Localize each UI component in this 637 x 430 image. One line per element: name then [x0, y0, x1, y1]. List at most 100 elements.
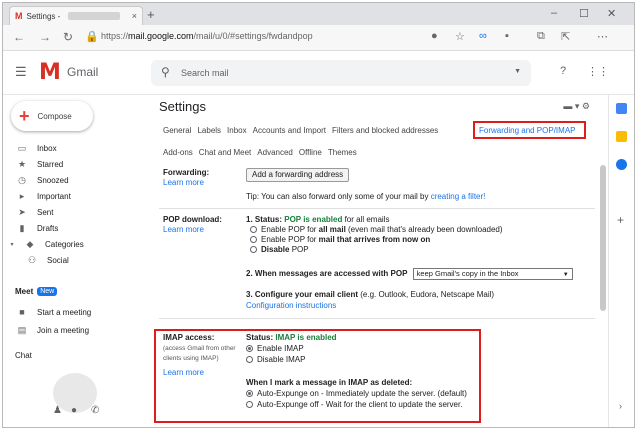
tab-close-icon[interactable]: × — [132, 11, 137, 21]
file-icon: ▮ — [19, 222, 25, 233]
sidebar-item-label: Categories — [45, 239, 84, 249]
browser-tab[interactable]: M Settings - × — [9, 6, 143, 25]
refresh-icon[interactable]: ↻ — [63, 30, 73, 44]
url-field[interactable]: https://mail.google.com/mail/u/0/#settin… — [101, 31, 313, 41]
new-badge: New — [37, 287, 58, 296]
expand-panel-icon[interactable]: › — [619, 401, 622, 411]
pop-action-select[interactable]: keep Gmail's copy in the Inbox ▼ — [412, 268, 573, 280]
sidebar-item-inbox[interactable]: ▭ Inbox — [3, 141, 153, 155]
pop-step3-rest: (e.g. Outlook, Eudora, Netscape Mail) — [358, 290, 495, 299]
radio-pop-disable[interactable] — [250, 246, 257, 253]
search-options-icon[interactable]: ▼ — [514, 68, 521, 75]
sidebar: + Compose ▭ Inbox ★ Starred ◷ Snoozed ▸ … — [3, 95, 153, 427]
forward-icon[interactable]: → — [39, 30, 51, 44]
extension-icon[interactable]: ▪ — [505, 30, 509, 42]
settings-main: Settings ▬ ▾ ⚙ General Labels Inbox Acco… — [153, 95, 608, 427]
share-icon[interactable]: ⇱ — [561, 30, 570, 43]
maximize-button[interactable]: ☐ — [579, 7, 589, 20]
scrollbar[interactable] — [600, 165, 606, 311]
minimize-button[interactable]: – — [551, 7, 557, 19]
chat-heading: Chat — [15, 351, 32, 360]
extension-link-icon[interactable]: ∞ — [479, 30, 487, 42]
settings-tabs-row2: Add-ons Chat and Meet Advanced Offline T… — [163, 148, 357, 157]
lock-icon: 🔒 — [85, 31, 99, 43]
sidebar-item-snoozed[interactable]: ◷ Snoozed — [3, 173, 153, 187]
pop-download-label: POP download: — [163, 215, 222, 224]
tab-general[interactable]: General — [163, 126, 191, 135]
apps-grid-icon[interactable]: ⋮⋮ — [587, 65, 609, 78]
forwarding-tip: Tip: You can also forward only some of y… — [246, 192, 485, 201]
person-icon[interactable]: ♟ — [53, 405, 62, 416]
pop-learn-more-link[interactable]: Learn more — [163, 225, 204, 234]
sidebar-item-starred[interactable]: ★ Starred — [3, 157, 153, 171]
gmail-logo-text[interactable]: Gmail — [67, 65, 98, 79]
search-icon[interactable]: ⚲ — [161, 65, 170, 79]
tab-filters[interactable]: Filters and blocked addresses — [332, 126, 438, 135]
calendar-icon[interactable] — [616, 103, 627, 114]
pop-option-from-now[interactable]: Enable POP for mail that arrives from no… — [250, 235, 430, 244]
tip-text: Tip: You can also forward only some of y… — [246, 192, 431, 201]
add-forwarding-address-button[interactable]: Add a forwarding address — [246, 168, 350, 182]
gmail-header: ☰ M Gmail ⚲ Search mail ▼ ? ⋮⋮ — [3, 51, 634, 95]
sidebar-item-label: Important — [37, 191, 71, 201]
tab-offline[interactable]: Offline — [299, 148, 322, 157]
sidebar-item-label: Start a meeting — [37, 307, 92, 317]
compose-label: Compose — [37, 111, 72, 121]
sidebar-item-label: Sent — [37, 207, 54, 217]
pop-status-suffix: for all emails — [342, 215, 390, 224]
collections-icon[interactable]: ⧉ — [537, 30, 545, 43]
create-filter-link[interactable]: creating a filter! — [431, 192, 486, 201]
pop-status: 1. Status: POP is enabled for all emails — [246, 215, 389, 224]
phone-icon[interactable]: ✆ — [91, 405, 99, 416]
gmail-logo-icon[interactable]: M — [39, 60, 61, 85]
sidebar-item-start-meeting[interactable]: ■ Start a meeting — [3, 305, 153, 319]
radio-pop-from-now[interactable] — [250, 236, 257, 243]
compose-button[interactable]: + Compose — [11, 101, 93, 131]
important-icon: ▸ — [19, 190, 25, 201]
sidebar-item-sent[interactable]: ➤ Sent — [3, 205, 153, 219]
back-icon[interactable]: ← — [13, 30, 25, 44]
config-instructions-row: Configuration instructions — [246, 301, 336, 310]
page-title: Settings — [159, 99, 206, 114]
settings-tools-icon[interactable]: ▬ ▾ ⚙ — [563, 101, 590, 112]
sidebar-item-important[interactable]: ▸ Important — [3, 189, 153, 203]
tab-inbox[interactable]: Inbox — [227, 126, 247, 135]
add-addon-icon[interactable]: + — [617, 213, 624, 227]
expand-arrow-icon[interactable]: ▾ — [9, 241, 15, 248]
help-icon[interactable]: ? — [560, 65, 566, 77]
redacted-account — [68, 12, 121, 20]
tab-chat-meet[interactable]: Chat and Meet — [199, 148, 251, 157]
pop-opt1-prefix: Enable POP for — [261, 225, 319, 234]
search-input[interactable]: ⚲ Search mail ▼ — [151, 60, 531, 86]
eye-icon[interactable]: ● — [431, 30, 438, 42]
tab-labels[interactable]: Labels — [197, 126, 221, 135]
more-menu-icon[interactable]: ⋯ — [597, 30, 608, 43]
new-tab-button[interactable]: + — [147, 7, 155, 22]
sidebar-item-categories[interactable]: ▾ ◆ Categories — [3, 237, 153, 251]
pop-option-all-mail[interactable]: Enable POP for all mail (even mail that'… — [250, 225, 503, 234]
pop-opt2-bold: mail that arrives from now on — [318, 235, 431, 244]
sidebar-item-drafts[interactable]: ▮ Drafts — [3, 221, 153, 235]
tasks-icon[interactable] — [616, 159, 627, 170]
main-menu-icon[interactable]: ☰ — [15, 64, 27, 80]
tab-strip: M Settings - × + – ☐ ✕ — [3, 3, 634, 25]
forwarding-learn-more-link[interactable]: Learn more — [163, 178, 204, 187]
tab-forwarding-pop-imap[interactable]: Forwarding and POP/IMAP — [473, 121, 586, 139]
meet-heading-label: Meet — [15, 287, 34, 296]
pop-option-disable[interactable]: Disable POP — [250, 245, 309, 254]
tab-advanced[interactable]: Advanced — [257, 148, 293, 157]
people-icon: ⚇ — [27, 254, 37, 265]
section-divider — [159, 208, 595, 209]
pop-action-value: keep Gmail's copy in the Inbox — [416, 269, 519, 278]
radio-pop-all-mail[interactable] — [250, 226, 257, 233]
tab-add-ons[interactable]: Add-ons — [163, 148, 193, 157]
sidebar-item-social[interactable]: ⚇ Social — [3, 253, 153, 267]
tab-themes[interactable]: Themes — [328, 148, 357, 157]
favorite-star-icon[interactable]: ☆ — [455, 30, 465, 43]
sidebar-item-join-meeting[interactable]: ▤ Join a meeting — [3, 323, 153, 337]
chat-bubble-icon[interactable]: ● — [71, 405, 77, 416]
close-window-button[interactable]: ✕ — [607, 7, 616, 20]
tab-accounts-import[interactable]: Accounts and Import — [253, 126, 326, 135]
configuration-instructions-link[interactable]: Configuration instructions — [246, 301, 336, 310]
keep-icon[interactable] — [616, 131, 627, 142]
